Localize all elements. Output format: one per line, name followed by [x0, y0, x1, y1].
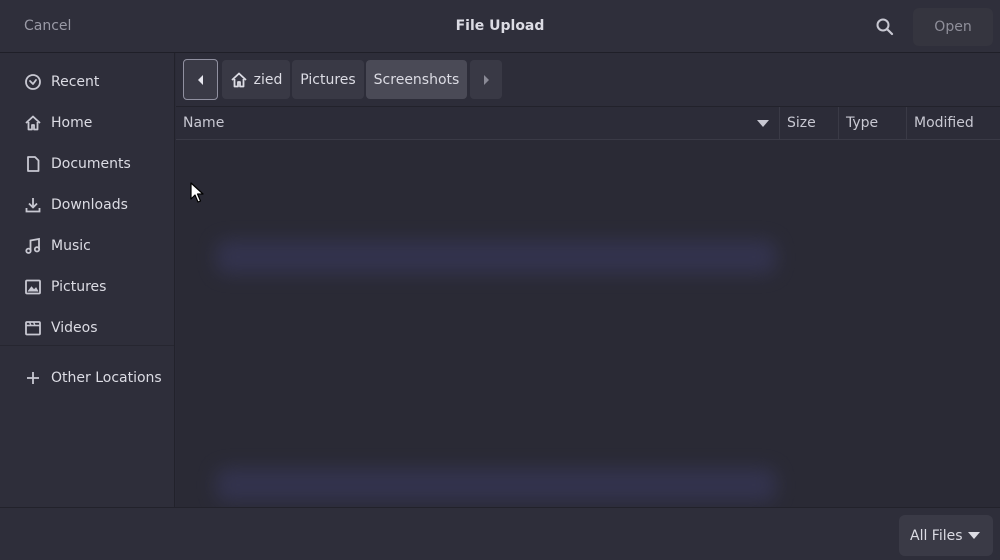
sidebar-item-label: Recent	[51, 74, 100, 90]
sidebar-item-other-locations[interactable]: Other Locations	[0, 362, 174, 394]
sidebar-item-downloads[interactable]: Downloads	[0, 189, 174, 221]
breadcrumb-pictures[interactable]: Pictures	[292, 60, 364, 99]
music-note-icon	[25, 237, 41, 254]
sidebar-item-label: Pictures	[51, 279, 107, 295]
sidebar-divider	[0, 345, 174, 346]
file-filter-dropdown[interactable]: All Files	[899, 515, 993, 556]
document-icon	[27, 156, 40, 172]
sidebar-item-label: Videos	[51, 320, 98, 336]
sidebar-item-label: Music	[51, 238, 91, 254]
chevron-down-icon	[968, 532, 980, 539]
sidebar-item-documents[interactable]: Documents	[0, 148, 174, 180]
sidebar-item-label: Home	[51, 115, 93, 131]
clock-icon	[25, 74, 41, 90]
blurred-file-row[interactable]	[216, 468, 776, 502]
column-header-size[interactable]: Size	[780, 107, 838, 139]
column-header-type[interactable]: Type	[839, 107, 906, 139]
video-icon	[25, 321, 41, 336]
sidebar-item-pictures[interactable]: Pictures	[0, 271, 174, 303]
breadcrumb-label: zied	[253, 71, 283, 88]
header-bar: Cancel File Upload Open	[0, 0, 1000, 53]
open-button[interactable]: Open	[913, 8, 993, 46]
home-icon	[25, 115, 41, 131]
path-back-button[interactable]	[183, 59, 218, 100]
sidebar-item-music[interactable]: Music	[0, 230, 174, 262]
column-label: Type	[846, 115, 879, 131]
breadcrumb-label: Pictures	[300, 71, 356, 88]
column-header-name[interactable]: Name	[176, 107, 779, 139]
download-icon	[25, 198, 41, 213]
sidebar-item-label: Downloads	[51, 197, 128, 213]
chevron-right-icon	[484, 74, 489, 85]
dialog-footer: All Files	[0, 507, 1000, 560]
breadcrumb-screenshots[interactable]: Screenshots	[366, 60, 467, 99]
breadcrumb-label: Screenshots	[373, 71, 460, 88]
search-button[interactable]	[874, 16, 896, 38]
image-icon	[25, 279, 41, 295]
breadcrumb-home[interactable]: zied	[222, 60, 290, 99]
column-label: Modified	[914, 115, 974, 131]
places-sidebar: Recent Home Documents Downloads Music Pi…	[0, 53, 175, 507]
chevron-left-icon	[197, 74, 203, 85]
mouse-pointer-icon	[190, 182, 204, 203]
file-chooser-dialog: Cancel File Upload Open Recent Home Docu…	[0, 0, 1000, 560]
dialog-title: File Upload	[455, 18, 545, 34]
sidebar-item-home[interactable]: Home	[0, 107, 174, 139]
column-label: Name	[183, 115, 225, 131]
blurred-file-row[interactable]	[216, 240, 776, 274]
file-list[interactable]	[176, 140, 1000, 507]
sidebar-item-videos[interactable]: Videos	[0, 312, 174, 344]
column-header-modified[interactable]: Modified	[907, 107, 1000, 139]
column-label: Size	[787, 115, 816, 131]
plus-icon	[27, 372, 39, 384]
sidebar-item-label: Documents	[51, 156, 131, 172]
sidebar-item-recent[interactable]: Recent	[0, 66, 174, 98]
sort-descending-icon	[757, 120, 769, 127]
path-forward-button[interactable]	[470, 60, 502, 99]
search-icon	[876, 18, 894, 36]
path-bar: zied Pictures Screenshots	[176, 53, 1000, 107]
sidebar-item-label: Other Locations	[51, 370, 162, 386]
file-list-header: Name Size Type Modified	[176, 107, 1000, 140]
home-icon	[231, 72, 247, 87]
file-filter-label: All Files	[910, 527, 963, 544]
